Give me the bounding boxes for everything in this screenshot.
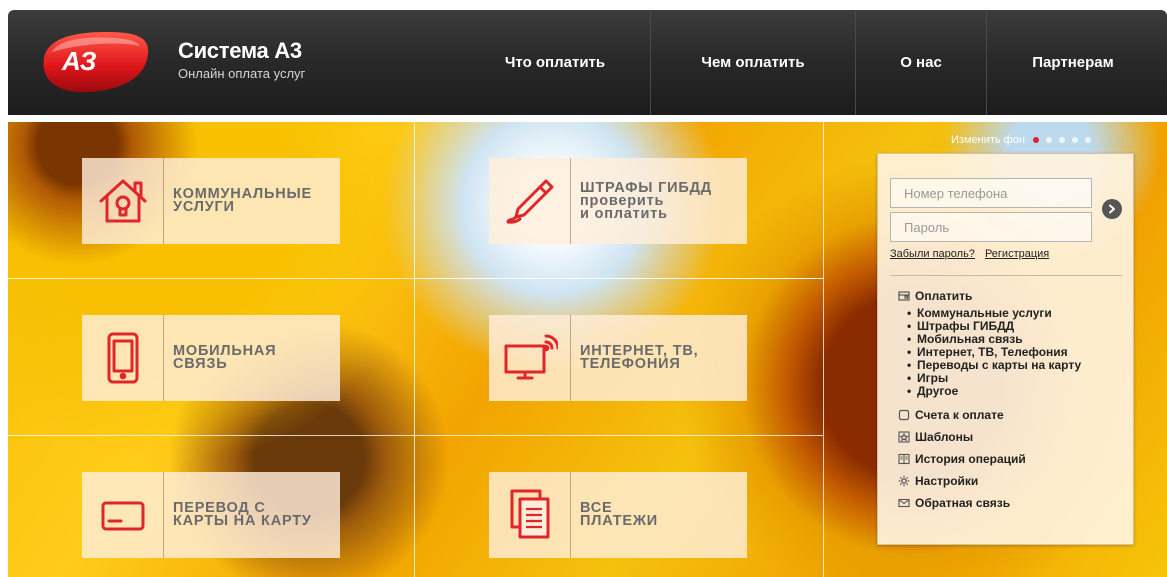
menu-feedback[interactable]: Обратная связь	[898, 492, 1133, 514]
menu-feedback-label: Обратная связь	[915, 496, 1011, 510]
star-frame-icon	[898, 431, 910, 443]
menu-pay[interactable]: Оплатить	[898, 288, 1133, 304]
brand-subtitle: Онлайн оплата услуг	[178, 66, 306, 81]
background-dot[interactable]	[1032, 137, 1039, 143]
tile-all-payments[interactable]: ВСЕ ПЛАТЕЖИ	[489, 472, 747, 558]
forgot-password-link[interactable]: Забыли пароль?	[890, 248, 975, 260]
auth-links: Забыли пароль? Регистрация	[890, 248, 1049, 260]
wallet-icon	[898, 290, 910, 302]
documents-icon	[489, 472, 571, 558]
menu-templates-label: Шаблоны	[915, 430, 974, 444]
phone-input[interactable]	[890, 178, 1092, 208]
background-switcher: Изменить фон	[951, 134, 1091, 146]
menu-history-label: История операций	[915, 452, 1026, 466]
menu-templates[interactable]: Шаблоны	[898, 426, 1133, 448]
envelope-icon	[898, 497, 910, 509]
top-header: АЗ Система А3 Онлайн оплата услуг Что оп…	[8, 10, 1167, 115]
tile-mobile[interactable]: МОБИЛЬНАЯ СВЯЗЬ	[82, 315, 340, 401]
menu-settings[interactable]: Настройки	[898, 470, 1133, 492]
nav-what-to-pay[interactable]: Что оплатить	[460, 10, 650, 115]
nav-partners[interactable]: Партнерам	[987, 10, 1159, 115]
tile-all-payments-label: ВСЕ ПЛАТЕЖИ	[580, 500, 659, 529]
pen-icon	[489, 158, 571, 244]
tile-utilities[interactable]: КОММУНАЛЬНЫЕ УСЛУГИ	[82, 158, 340, 244]
brand-title: Система А3	[178, 38, 302, 63]
menu-invoices-label: Счета к оплате	[915, 408, 1004, 422]
tile-traffic-fines[interactable]: ШТРАФЫ ГИБДД проверить и оплатить	[489, 158, 747, 244]
account-panel: Забыли пароль? Регистрация Оплатить Комм…	[877, 153, 1134, 545]
card-icon	[82, 472, 164, 558]
grid-line	[823, 122, 824, 577]
tile-traffic-fines-label: ШТРАФЫ ГИБДД проверить и оплатить	[580, 179, 712, 222]
background-dot[interactable]	[1084, 137, 1091, 143]
tile-mobile-label: МОБИЛЬНАЯ СВЯЗЬ	[173, 343, 277, 372]
submenu-item[interactable]: Другое	[907, 385, 1133, 398]
tile-internet-tv[interactable]: ИНТЕРНЕТ, ТВ, ТЕЛЕФОНИЯ	[489, 315, 747, 401]
change-background-label[interactable]: Изменить фон	[951, 134, 1025, 146]
register-link[interactable]: Регистрация	[985, 248, 1049, 260]
house-bulb-icon	[82, 158, 164, 244]
main-nav: Что оплатить Чем оплатить О нас Партнера…	[460, 10, 1159, 115]
panel-divider	[890, 275, 1122, 276]
password-input[interactable]	[890, 212, 1092, 242]
nav-about[interactable]: О нас	[856, 10, 986, 115]
tile-internet-tv-label: ИНТЕРНЕТ, ТВ, ТЕЛЕФОНИЯ	[580, 343, 699, 372]
account-menu: Оплатить Коммунальные услуги Штрафы ГИБД…	[898, 288, 1133, 514]
invoice-icon	[898, 409, 910, 421]
background-dot[interactable]	[1058, 137, 1065, 143]
pay-submenu: Коммунальные услуги Штрафы ГИБДД Мобильн…	[907, 307, 1133, 398]
a3-logo[interactable]: АЗ	[34, 24, 158, 98]
background-dot[interactable]	[1045, 137, 1052, 143]
menu-pay-label: Оплатить	[915, 289, 973, 303]
logo-text: АЗ	[61, 46, 97, 76]
nav-how-to-pay[interactable]: Чем оплатить	[651, 10, 855, 115]
tile-card-transfer-label: ПЕРЕВОД С КАРТЫ НА КАРТУ	[173, 500, 312, 529]
login-submit-button[interactable]	[1102, 199, 1122, 219]
menu-invoices[interactable]: Счета к оплате	[898, 404, 1133, 426]
history-book-icon	[898, 453, 910, 465]
chevron-right-icon	[1109, 204, 1115, 214]
tv-signal-icon	[489, 315, 571, 401]
background-dot[interactable]	[1071, 137, 1078, 143]
grid-line	[8, 435, 823, 436]
menu-settings-label: Настройки	[915, 474, 979, 488]
mobile-phone-icon	[82, 315, 164, 401]
grid-line	[414, 122, 415, 577]
grid-line	[414, 278, 823, 279]
tile-utilities-label: КОММУНАЛЬНЫЕ УСЛУГИ	[173, 186, 312, 215]
menu-history[interactable]: История операций	[898, 448, 1133, 470]
gear-icon	[898, 475, 910, 487]
tile-card-transfer[interactable]: ПЕРЕВОД С КАРТЫ НА КАРТУ	[82, 472, 340, 558]
